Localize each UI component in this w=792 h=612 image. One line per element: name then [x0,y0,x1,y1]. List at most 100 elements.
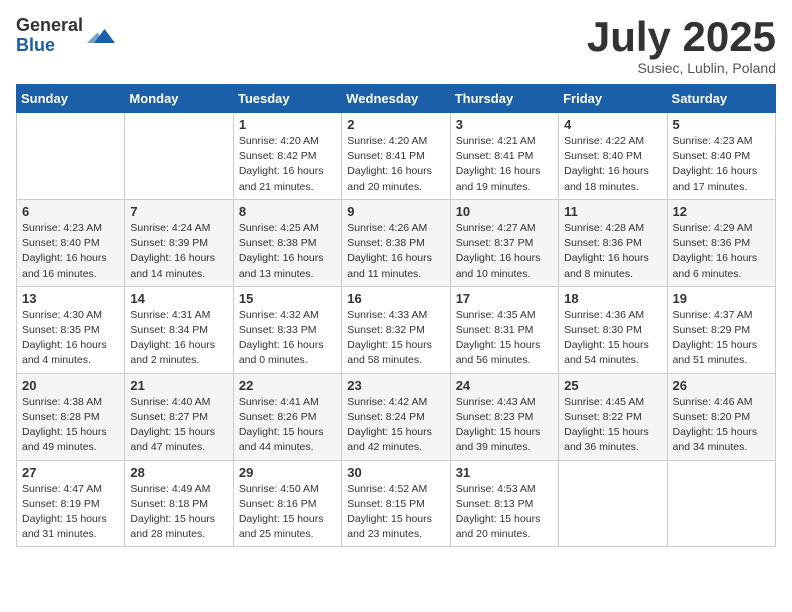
day-number: 30 [347,465,444,480]
day-number: 18 [564,291,661,306]
day-number: 24 [456,378,553,393]
calendar-cell [559,460,667,547]
logo: General Blue [16,16,115,56]
location-subtitle: Susiec, Lublin, Poland [587,60,776,76]
day-info: Sunrise: 4:20 AM Sunset: 8:41 PM Dayligh… [347,134,444,195]
day-info: Sunrise: 4:31 AM Sunset: 8:34 PM Dayligh… [130,308,227,369]
day-info: Sunrise: 4:24 AM Sunset: 8:39 PM Dayligh… [130,221,227,282]
day-number: 4 [564,117,661,132]
day-number: 5 [673,117,770,132]
day-header-sunday: Sunday [17,85,125,113]
day-number: 15 [239,291,336,306]
day-info: Sunrise: 4:21 AM Sunset: 8:41 PM Dayligh… [456,134,553,195]
calendar-week-4: 20 Sunrise: 4:38 AM Sunset: 8:28 PM Dayli… [17,373,776,460]
day-header-saturday: Saturday [667,85,775,113]
day-header-tuesday: Tuesday [233,85,341,113]
day-number: 23 [347,378,444,393]
calendar-cell: 10 Sunrise: 4:27 AM Sunset: 8:37 PM Dayli… [450,199,558,286]
calendar-cell: 13 Sunrise: 4:30 AM Sunset: 8:35 PM Dayli… [17,286,125,373]
calendar-cell: 5 Sunrise: 4:23 AM Sunset: 8:40 PM Daylig… [667,113,775,200]
calendar-cell [125,113,233,200]
day-info: Sunrise: 4:38 AM Sunset: 8:28 PM Dayligh… [22,395,119,456]
calendar-cell: 6Sunrise: 4:23 AM Sunset: 8:40 PM Daylig… [17,199,125,286]
calendar-table: SundayMondayTuesdayWednesdayThursdayFrid… [16,84,776,547]
calendar-cell: 14 Sunrise: 4:31 AM Sunset: 8:34 PM Dayli… [125,286,233,373]
calendar-cell: 11 Sunrise: 4:28 AM Sunset: 8:36 PM Dayli… [559,199,667,286]
day-info: Sunrise: 4:42 AM Sunset: 8:24 PM Dayligh… [347,395,444,456]
day-number: 16 [347,291,444,306]
calendar-cell [667,460,775,547]
calendar-cell: 28 Sunrise: 4:49 AM Sunset: 8:18 PM Dayli… [125,460,233,547]
day-number: 25 [564,378,661,393]
calendar-cell: 30 Sunrise: 4:52 AM Sunset: 8:15 PM Dayli… [342,460,450,547]
calendar-cell: 9 Sunrise: 4:26 AM Sunset: 8:38 PM Daylig… [342,199,450,286]
day-info: Sunrise: 4:32 AM Sunset: 8:33 PM Dayligh… [239,308,336,369]
day-header-monday: Monday [125,85,233,113]
day-info: Sunrise: 4:25 AM Sunset: 8:38 PM Dayligh… [239,221,336,282]
day-info: Sunrise: 4:23 AM Sunset: 8:40 PM Dayligh… [673,134,770,195]
day-number: 13 [22,291,119,306]
title-block: July 2025 Susiec, Lublin, Poland [587,16,776,76]
day-number: 11 [564,204,661,219]
day-number: 3 [456,117,553,132]
day-number: 28 [130,465,227,480]
calendar-header-row: SundayMondayTuesdayWednesdayThursdayFrid… [17,85,776,113]
day-number: 22 [239,378,336,393]
day-number: 20 [22,378,119,393]
calendar-week-3: 13 Sunrise: 4:30 AM Sunset: 8:35 PM Dayli… [17,286,776,373]
day-number: 14 [130,291,227,306]
month-title: July 2025 [587,16,776,58]
calendar-cell: 31 Sunrise: 4:53 AM Sunset: 8:13 PM Dayli… [450,460,558,547]
day-info: Sunrise: 4:41 AM Sunset: 8:26 PM Dayligh… [239,395,336,456]
day-number: 17 [456,291,553,306]
day-info: Sunrise: 4:46 AM Sunset: 8:20 PM Dayligh… [673,395,770,456]
logo-blue: Blue [16,36,83,56]
day-number: 31 [456,465,553,480]
day-info: Sunrise: 4:27 AM Sunset: 8:37 PM Dayligh… [456,221,553,282]
day-number: 9 [347,204,444,219]
day-info: Sunrise: 4:53 AM Sunset: 8:13 PM Dayligh… [456,482,553,543]
day-info: Sunrise: 4:45 AM Sunset: 8:22 PM Dayligh… [564,395,661,456]
calendar-cell: 2 Sunrise: 4:20 AM Sunset: 8:41 PM Daylig… [342,113,450,200]
day-header-friday: Friday [559,85,667,113]
day-number: 1 [239,117,336,132]
day-info: Sunrise: 4:30 AM Sunset: 8:35 PM Dayligh… [22,308,119,369]
calendar-cell: 12Sunrise: 4:29 AM Sunset: 8:36 PM Dayli… [667,199,775,286]
day-info: Sunrise: 4:35 AM Sunset: 8:31 PM Dayligh… [456,308,553,369]
day-info: Sunrise: 4:22 AM Sunset: 8:40 PM Dayligh… [564,134,661,195]
calendar-cell: 1 Sunrise: 4:20 AM Sunset: 8:42 PM Daylig… [233,113,341,200]
day-info: Sunrise: 4:20 AM Sunset: 8:42 PM Dayligh… [239,134,336,195]
day-info: Sunrise: 4:29 AM Sunset: 8:36 PM Dayligh… [673,221,770,282]
calendar-cell [17,113,125,200]
calendar-cell: 26 Sunrise: 4:46 AM Sunset: 8:20 PM Dayli… [667,373,775,460]
day-number: 2 [347,117,444,132]
calendar-cell: 17 Sunrise: 4:35 AM Sunset: 8:31 PM Dayli… [450,286,558,373]
calendar-cell: 16Sunrise: 4:33 AM Sunset: 8:32 PM Dayli… [342,286,450,373]
calendar-cell: 8Sunrise: 4:25 AM Sunset: 8:38 PM Daylig… [233,199,341,286]
day-info: Sunrise: 4:26 AM Sunset: 8:38 PM Dayligh… [347,221,444,282]
calendar-cell: 22 Sunrise: 4:41 AM Sunset: 8:26 PM Dayli… [233,373,341,460]
day-info: Sunrise: 4:49 AM Sunset: 8:18 PM Dayligh… [130,482,227,543]
calendar-cell: 4 Sunrise: 4:22 AM Sunset: 8:40 PM Daylig… [559,113,667,200]
calendar-cell: 25 Sunrise: 4:45 AM Sunset: 8:22 PM Dayli… [559,373,667,460]
logo-general: General [16,16,83,36]
day-number: 29 [239,465,336,480]
day-number: 26 [673,378,770,393]
page-header: General Blue July 2025 Susiec, Lublin, P… [16,16,776,76]
day-number: 27 [22,465,119,480]
calendar-cell: 23 Sunrise: 4:42 AM Sunset: 8:24 PM Dayli… [342,373,450,460]
calendar-cell: 19Sunrise: 4:37 AM Sunset: 8:29 PM Dayli… [667,286,775,373]
day-info: Sunrise: 4:36 AM Sunset: 8:30 PM Dayligh… [564,308,661,369]
logo-text: General Blue [16,16,83,56]
day-info: Sunrise: 4:52 AM Sunset: 8:15 PM Dayligh… [347,482,444,543]
day-info: Sunrise: 4:43 AM Sunset: 8:23 PM Dayligh… [456,395,553,456]
calendar-cell: 27Sunrise: 4:47 AM Sunset: 8:19 PM Dayli… [17,460,125,547]
day-number: 7 [130,204,227,219]
logo-icon [87,22,115,50]
day-info: Sunrise: 4:40 AM Sunset: 8:27 PM Dayligh… [130,395,227,456]
day-number: 6 [22,204,119,219]
day-info: Sunrise: 4:28 AM Sunset: 8:36 PM Dayligh… [564,221,661,282]
day-number: 10 [456,204,553,219]
calendar-cell: 18 Sunrise: 4:36 AM Sunset: 8:30 PM Dayli… [559,286,667,373]
calendar-cell: 21Sunrise: 4:40 AM Sunset: 8:27 PM Dayli… [125,373,233,460]
